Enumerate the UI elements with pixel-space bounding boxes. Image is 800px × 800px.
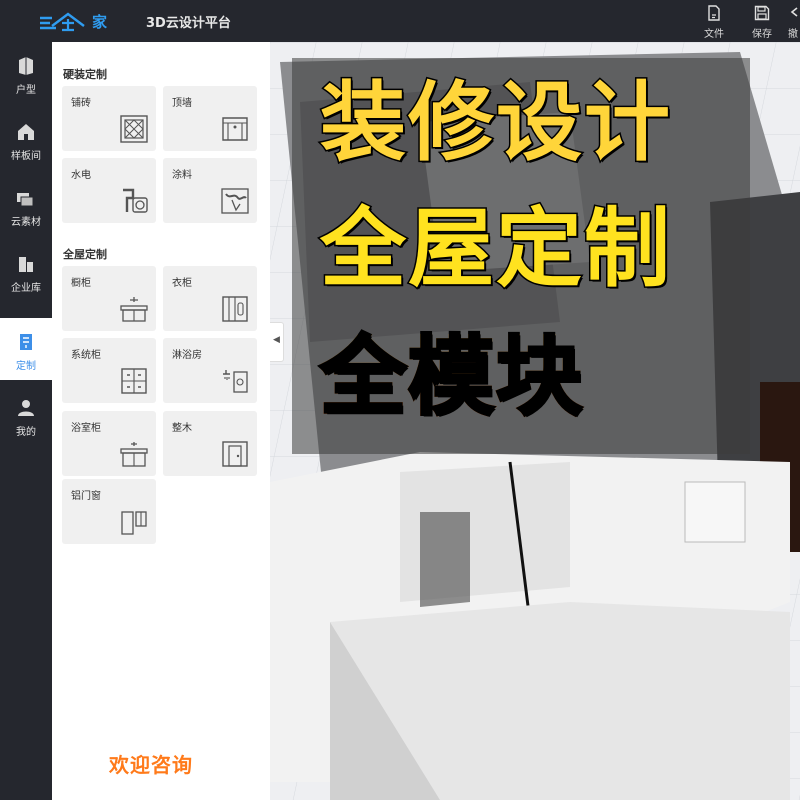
catalog-label-tile: 铺砖	[71, 98, 91, 109]
catalog-label-ceiling-wall: 顶墙	[172, 98, 192, 109]
rail-item-floorplan[interactable]: 户型	[0, 42, 52, 104]
paint-icon	[221, 188, 249, 214]
catalogue-panel: 硬装定制 铺砖 顶墙 水电 涂料 全屋定制 橱柜 衣柜 系统柜 淋浴房 浴室柜 …	[52, 42, 270, 800]
user-icon	[18, 400, 34, 416]
shower-room-icon	[223, 370, 248, 393]
catalog-item-tile[interactable]: 铺砖	[62, 86, 156, 151]
floorplan-icon	[19, 57, 33, 75]
brand-logo[interactable]: 家	[38, 8, 108, 34]
system-cabinet-icon	[121, 368, 147, 394]
rail-item-mine[interactable]: 我的	[0, 384, 52, 446]
catalog-item-aluminum-door-window[interactable]: 铝门窗	[62, 479, 156, 544]
rail-item-custom[interactable]: 定制	[0, 318, 52, 380]
ceiling-wall-icon	[222, 117, 248, 141]
save-button[interactable]: 保存	[738, 0, 786, 42]
section-title-hard-decoration: 硬装定制	[63, 68, 107, 81]
logo-mark-icon	[40, 12, 85, 32]
catalog-label-shower-room: 淋浴房	[172, 350, 202, 361]
undo-icon	[790, 7, 798, 17]
catalog-item-shower-room[interactable]: 淋浴房	[163, 338, 257, 403]
rail-label-cloud-materials: 云素材	[11, 217, 41, 228]
whole-wood-icon	[222, 441, 248, 467]
save-icon	[754, 5, 770, 21]
rail-label-sample-room: 样板间	[11, 151, 41, 162]
enterprise-library-icon	[19, 257, 33, 272]
house-icon	[18, 124, 34, 140]
catalog-label-bathroom-cabinet: 浴室柜	[71, 423, 101, 434]
rail-item-enterprise-library[interactable]: 企业库	[0, 240, 52, 302]
file-icon	[708, 5, 720, 21]
tile-icon	[120, 115, 148, 143]
rail-item-sample-room[interactable]: 样板间	[0, 108, 52, 170]
custom-icon	[20, 334, 32, 350]
rail-label-enterprise-library: 企业库	[11, 283, 41, 294]
logo-text: 家	[92, 12, 109, 31]
chevron-left-icon: ◀	[273, 335, 280, 345]
rail-label-custom: 定制	[16, 361, 36, 372]
save-label: 保存	[752, 29, 772, 40]
catalog-item-wardrobe[interactable]: 衣柜	[163, 266, 257, 331]
platform-title: 3D云设计平台	[146, 16, 231, 31]
rail-item-cloud-materials[interactable]: 云素材	[0, 174, 52, 236]
section-title-whole-house: 全屋定制	[63, 248, 107, 261]
plumbing-electric-icon	[123, 188, 148, 213]
panel-collapse-toggle[interactable]: ◀	[270, 322, 284, 362]
catalog-item-paint[interactable]: 涂料	[163, 158, 257, 223]
promo-line-3: 全模块	[319, 327, 584, 427]
promo-line-2: 全屋定制	[319, 199, 672, 299]
rail-label-floorplan: 户型	[16, 85, 36, 96]
top-bar: 家 3D云设计平台 文件 保存 撤	[0, 0, 800, 42]
cloud-materials-icon	[17, 193, 34, 207]
rail-label-mine: 我的	[16, 427, 36, 438]
catalog-label-paint: 涂料	[172, 170, 192, 181]
undo-button[interactable]: 撤	[786, 0, 800, 42]
catalog-item-bathroom-cabinet[interactable]: 浴室柜	[62, 411, 156, 476]
catalog-item-system-cabinet[interactable]: 系统柜	[62, 338, 156, 403]
catalog-label-plumbing-electric: 水电	[71, 170, 91, 181]
aluminum-door-window-icon	[121, 511, 147, 535]
kitchen-cabinet-icon	[120, 297, 148, 322]
catalog-item-ceiling-wall[interactable]: 顶墙	[163, 86, 257, 151]
catalog-item-whole-wood[interactable]: 整木	[163, 411, 257, 476]
catalog-label-system-cabinet: 系统柜	[71, 350, 101, 361]
top-actions: 文件 保存 撤	[690, 0, 800, 42]
welcome-text: 欢迎咨询	[109, 753, 193, 777]
left-nav-rail: 户型 样板间 云素材 企业库 定制 我的	[0, 42, 52, 800]
catalog-item-kitchen-cabinet[interactable]: 橱柜	[62, 266, 156, 331]
file-label: 文件	[704, 29, 724, 40]
wardrobe-icon	[222, 296, 248, 322]
undo-label: 撤	[788, 29, 798, 40]
promo-line-1: 装修设计	[319, 73, 672, 173]
catalog-item-plumbing-electric[interactable]: 水电	[62, 158, 156, 223]
file-button[interactable]: 文件	[690, 0, 738, 42]
bathroom-cabinet-icon	[120, 442, 148, 467]
catalog-label-aluminum-door-window: 铝门窗	[71, 491, 101, 502]
catalog-label-whole-wood: 整木	[172, 423, 192, 434]
catalog-label-kitchen-cabinet: 橱柜	[71, 278, 91, 289]
catalog-label-wardrobe: 衣柜	[172, 278, 192, 289]
